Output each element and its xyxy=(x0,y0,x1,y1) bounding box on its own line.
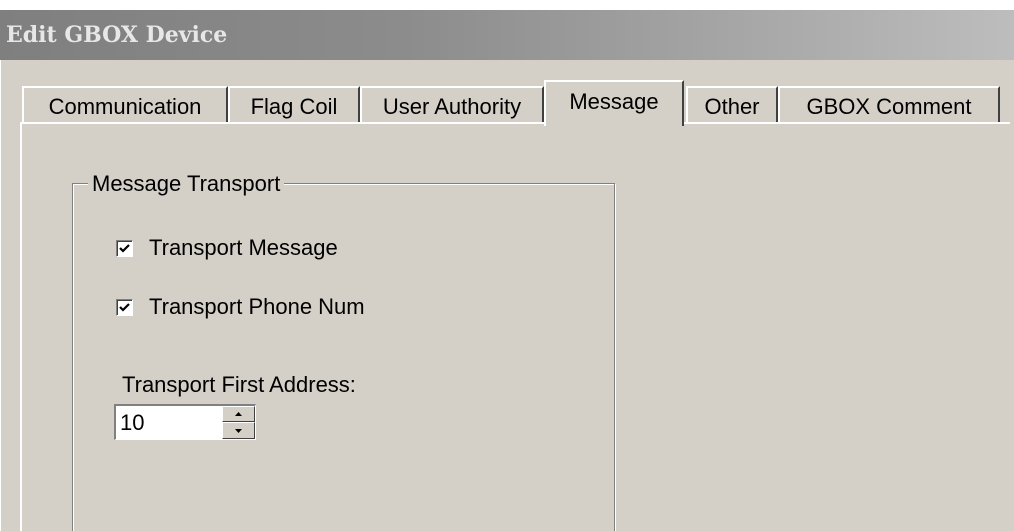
checkmark-icon xyxy=(119,302,130,312)
top-strip xyxy=(0,0,1014,10)
transport-message-option[interactable]: Transport Message xyxy=(116,233,338,263)
transport-phone-num-checkbox[interactable] xyxy=(116,298,133,316)
tab-communication[interactable]: Communication xyxy=(22,86,228,124)
tab-gbox-comment[interactable]: GBOX Comment xyxy=(778,86,1000,124)
spinner-buttons xyxy=(222,406,255,439)
transport-message-checkbox[interactable] xyxy=(116,239,133,257)
tab-label: User Authority xyxy=(382,94,522,119)
dialog-left-edge xyxy=(0,60,6,531)
transport-first-address-label: Transport First Address: xyxy=(122,372,356,397)
message-transport-group-label: Message Transport xyxy=(88,170,285,198)
transport-message-label: Transport Message xyxy=(149,235,338,260)
tab-label: Message xyxy=(569,89,659,114)
spin-up-button[interactable] xyxy=(222,406,255,422)
tab-label: Other xyxy=(704,94,760,119)
title-bar[interactable]: Edit GBOX Device xyxy=(0,10,1014,60)
tab-label: Flag Coil xyxy=(250,94,338,119)
tab-other[interactable]: Other xyxy=(686,86,778,124)
triangle-up-icon xyxy=(235,412,242,416)
tab-label: GBOX Comment xyxy=(806,94,972,119)
transport-first-address-spinner[interactable] xyxy=(114,404,256,440)
edit-gbox-device-dialog: Edit GBOX Device Communication Flag Coil… xyxy=(0,0,1014,531)
tab-user-authority[interactable]: User Authority xyxy=(360,86,544,124)
checkmark-icon xyxy=(119,243,130,253)
tab-message[interactable]: Message xyxy=(544,80,684,126)
tab-flag-coil[interactable]: Flag Coil xyxy=(228,86,360,124)
spin-down-button[interactable] xyxy=(222,422,255,439)
tab-label: Communication xyxy=(48,94,202,119)
triangle-down-icon xyxy=(235,428,242,433)
transport-phone-num-label: Transport Phone Num xyxy=(149,294,365,319)
window-title: Edit GBOX Device xyxy=(6,22,228,48)
transport-phone-num-option[interactable]: Transport Phone Num xyxy=(116,292,365,322)
transport-first-address-input[interactable] xyxy=(120,406,210,439)
